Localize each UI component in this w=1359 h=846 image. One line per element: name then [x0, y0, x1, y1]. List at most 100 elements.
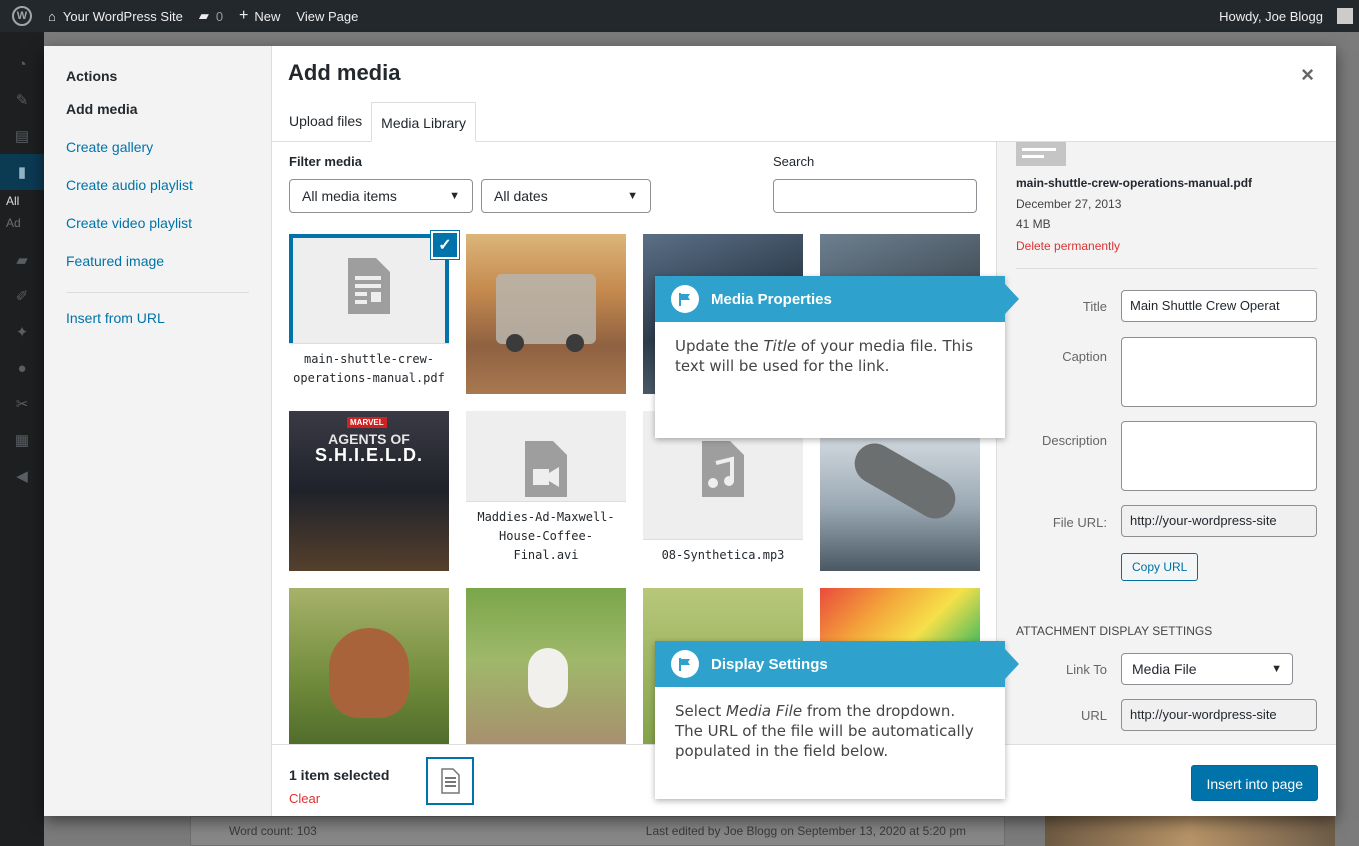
menu-item-insert-from-url[interactable]: Insert from URL: [66, 299, 249, 337]
details-separator: [1016, 268, 1318, 269]
link-to-value: Media File: [1132, 661, 1197, 677]
kitten-shape: [528, 648, 568, 708]
rover-wheel: [506, 334, 524, 352]
document-icon: [441, 768, 460, 794]
file-url-label: File URL:: [1052, 515, 1107, 530]
rover-wheel: [566, 334, 584, 352]
modal-title: Add media: [288, 60, 401, 85]
search-input[interactable]: [773, 179, 977, 213]
insert-into-page-button[interactable]: Insert into page: [1191, 765, 1318, 801]
attachment-date: December 27, 2013: [1016, 197, 1122, 211]
audio-file-icon: [702, 441, 744, 497]
admin-submenu-add[interactable]: Ad: [0, 212, 44, 234]
admin-bar: W ⌂ Your WordPress Site ▰ 0 + New View P…: [0, 0, 1359, 32]
clear-selection-link[interactable]: Clear: [289, 791, 320, 806]
video-file-icon: [525, 441, 567, 497]
media-icon[interactable]: ▤: [0, 118, 44, 154]
spaceship-shape: [847, 436, 963, 526]
wordpress-logo-link[interactable]: W: [0, 0, 40, 32]
selection-count: 1 item selected: [289, 767, 390, 783]
poster-brand: MARVEL: [347, 417, 387, 428]
menu-item-create-gallery[interactable]: Create gallery: [66, 128, 249, 166]
media-date-value: All dates: [494, 188, 548, 204]
new-label: New: [254, 8, 281, 24]
callout-header: Media Properties: [655, 276, 1019, 322]
media-item-kitten[interactable]: [466, 588, 626, 748]
plus-icon: +: [239, 7, 249, 24]
media-modal: Actions Add media Create gallery Create …: [44, 46, 1336, 816]
caption-label: Caption: [1062, 349, 1107, 364]
url-label: URL: [1080, 708, 1107, 723]
delete-permanently-link[interactable]: Delete permanently: [1016, 239, 1120, 253]
editor-status-bar: Word count: 103 Last edited by Joe Blogg…: [190, 816, 1005, 846]
avatar[interactable]: [1337, 8, 1353, 24]
display-settings-heading: Attachment Display Settings: [1016, 624, 1213, 638]
attachment-filename: main-shuttle-crew-operations-manual.pdf: [1016, 176, 1253, 190]
chevron-down-icon: ▼: [627, 190, 638, 202]
callout-header: Display Settings: [655, 641, 1019, 687]
media-type-value: All media items: [302, 188, 397, 204]
link-to-select[interactable]: Media File ▼: [1121, 653, 1293, 685]
media-item-shield-poster[interactable]: MARVEL AGENTS OF S.H.I.E.L.D.: [289, 411, 449, 571]
menu-separator: [66, 292, 249, 293]
callout-body: Select Media File from the dropdown. The…: [655, 687, 1005, 799]
filter-media-label: Filter media: [289, 154, 362, 169]
callout-arrow: [1005, 284, 1019, 314]
tab-upload-files[interactable]: Upload files: [280, 101, 371, 141]
site-name-link[interactable]: ⌂ Your WordPress Site: [40, 0, 191, 32]
modal-tabs: Upload files Media Library: [272, 102, 1336, 142]
menu-item-create-video-playlist[interactable]: Create video playlist: [66, 204, 249, 242]
callout-body: Update the Title of your media file. Thi…: [655, 322, 1005, 438]
media-modal-menu: Actions Add media Create gallery Create …: [44, 46, 272, 816]
callout-title: Display Settings: [711, 655, 828, 673]
pages-icon[interactable]: ▮: [0, 154, 44, 190]
caption-textarea[interactable]: [1121, 337, 1317, 407]
posts-icon[interactable]: ✎: [0, 82, 44, 118]
description-textarea[interactable]: [1121, 421, 1317, 491]
copy-url-button[interactable]: Copy URL: [1121, 553, 1199, 581]
appearance-icon[interactable]: ✐: [0, 278, 44, 314]
comments-count: 0: [215, 8, 224, 24]
dashboard-icon[interactable]: ◔: [0, 46, 44, 82]
new-content-link[interactable]: + New: [231, 0, 288, 32]
checkmark-icon[interactable]: ✓: [431, 231, 459, 259]
media-item-puppy[interactable]: [289, 588, 449, 748]
media-type-select[interactable]: All media items ▼: [289, 179, 473, 213]
menu-item-featured-image[interactable]: Featured image: [66, 242, 249, 280]
document-thumbnail-icon: [1016, 142, 1066, 166]
site-name: Your WordPress Site: [62, 8, 183, 24]
settings-icon[interactable]: ▦: [0, 422, 44, 458]
menu-item-create-audio-playlist[interactable]: Create audio playlist: [66, 166, 249, 204]
users-icon[interactable]: ●: [0, 350, 44, 386]
poster-title-line-2: S.H.I.E.L.D.: [314, 445, 423, 465]
media-item-video[interactable]: Maddies-Ad-Maxwell-House-Coffee-Final.av…: [466, 411, 626, 571]
media-item-pdf[interactable]: main-shuttle-crew-operations-manual.pdf: [289, 234, 449, 394]
view-page-link[interactable]: View Page: [288, 0, 366, 32]
comment-icon: ▰: [198, 8, 209, 23]
callout-arrow: [1005, 649, 1019, 679]
selected-thumbnail[interactable]: [426, 757, 474, 805]
close-icon[interactable]: ×: [1301, 62, 1314, 88]
comments-icon[interactable]: ▰: [0, 242, 44, 278]
display-settings-callout: Display Settings Select Media File from …: [655, 641, 1019, 799]
flag-icon: [671, 285, 699, 313]
media-date-select[interactable]: All dates ▼: [481, 179, 651, 213]
collapse-menu-icon[interactable]: ◀: [0, 458, 44, 494]
title-input[interactable]: Main Shuttle Crew Operat: [1121, 290, 1317, 322]
search-label: Search: [773, 154, 815, 169]
callout-text-emphasis: Title: [763, 337, 797, 355]
media-item-mars-rover[interactable]: [466, 234, 626, 394]
last-edited: Last edited by Joe Blogg on September 13…: [645, 824, 966, 838]
admin-submenu-all[interactable]: All: [0, 190, 44, 212]
url-input[interactable]: http://your-wordpress-site: [1121, 699, 1317, 731]
tab-media-library[interactable]: Media Library: [371, 102, 476, 142]
menu-item-add-media[interactable]: Add media: [66, 90, 249, 128]
media-item-filename: 08-Synthetica.mp3: [643, 539, 803, 571]
word-count: Word count: 103: [229, 824, 317, 838]
plugins-icon[interactable]: ✦: [0, 314, 44, 350]
tools-icon[interactable]: ✂: [0, 386, 44, 422]
file-url-input[interactable]: http://your-wordpress-site: [1121, 505, 1317, 537]
account-greeting[interactable]: Howdy, Joe Blogg: [1211, 0, 1331, 32]
flag-icon: [671, 650, 699, 678]
comments-link[interactable]: ▰ 0: [191, 0, 231, 32]
